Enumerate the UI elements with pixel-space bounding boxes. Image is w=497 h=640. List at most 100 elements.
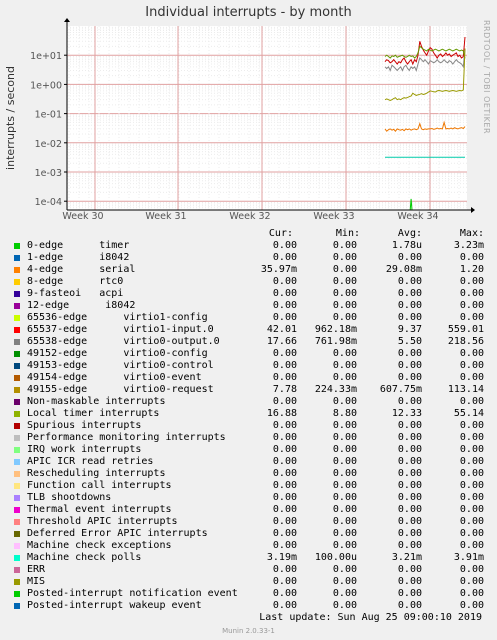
legend-max: 0.00 <box>459 528 484 539</box>
legend-row: Thermal event interrupts 0.00 0.00 0.00 0.00 <box>0 504 497 516</box>
legend-label: Machine check polls <box>27 552 142 563</box>
header-min: Min: <box>335 228 360 239</box>
legend-swatch <box>14 315 20 321</box>
legend-row: 65537-edge virtio1-input.0 42.01 962.18m 9.… <box>0 324 497 336</box>
legend-row: IRQ work interrupts 0.00 0.00 0.00 0.00 <box>0 444 497 456</box>
legend-max: 0.00 <box>459 348 484 359</box>
legend-label: Threshold APIC interrupts <box>27 516 178 527</box>
legend-swatch <box>14 555 20 561</box>
legend-cur: 0.00 <box>272 252 297 263</box>
legend-row: Deferred Error APIC interrupts 0.00 0.00 0.… <box>0 528 497 540</box>
legend-label: 1-edge i8042 <box>27 252 130 263</box>
legend-row: 9-fasteoi acpi 0.00 0.00 0.00 0.00 <box>0 288 497 300</box>
legend-label: 9-fasteoi acpi <box>27 288 124 299</box>
legend-row: 49155-edge virtio0-request 7.78 224.33m 607… <box>0 384 497 396</box>
legend-avg: 0.00 <box>397 312 422 323</box>
legend-min: 224.33m <box>314 384 357 395</box>
legend-row: TLB shootdowns 0.00 0.00 0.00 0.00 <box>0 492 497 504</box>
legend-row: 49152-edge virtio0-config 0.00 0.00 0.00 0.0… <box>0 348 497 360</box>
legend-row: Non-maskable interrupts 0.00 0.00 0.00 0.00 <box>0 396 497 408</box>
legend-swatch <box>14 399 20 405</box>
legend-label: Posted-interrupt wakeup event <box>27 600 202 611</box>
x-tick-label: Week 33 <box>313 211 354 222</box>
legend-min: 0.00 <box>332 540 357 551</box>
legend-row: Performance monitoring interrupts 0.00 0.0… <box>0 432 497 444</box>
legend-min: 0.00 <box>332 240 357 251</box>
legend-label: 49152-edge virtio0-config <box>27 348 208 359</box>
legend-label: APIC ICR read retries <box>27 456 154 467</box>
legend-min: 0.00 <box>332 252 357 263</box>
legend-table: Cur: Min: Avg: Max: 0-edge timer 0.00 0.00… <box>0 228 497 612</box>
legend-avg: 0.00 <box>397 420 422 431</box>
legend-max: 0.00 <box>459 480 484 491</box>
legend-cur: 0.00 <box>272 300 297 311</box>
legend-swatch <box>14 579 20 585</box>
legend-avg: 0.00 <box>397 480 422 491</box>
legend-min: 0.00 <box>332 288 357 299</box>
legend-row: Threshold APIC interrupts 0.00 0.00 0.00 0.0… <box>0 516 497 528</box>
legend-cur: 0.00 <box>272 360 297 371</box>
legend-avg: 29.08m <box>385 264 422 275</box>
legend-label: ERR <box>27 564 46 575</box>
legend-min: 0.00 <box>332 444 357 455</box>
legend-row: Rescheduling interrupts 0.00 0.00 0.00 0.00 <box>0 468 497 480</box>
legend-label: 49155-edge virtio0-request <box>27 384 214 395</box>
legend-avg: 607.75m <box>379 384 422 395</box>
legend-swatch <box>14 423 20 429</box>
legend-avg: 0.00 <box>397 540 422 551</box>
legend-min: 761.98m <box>314 336 357 347</box>
legend-max: 0.00 <box>459 372 484 383</box>
x-tick-label: Week 30 <box>62 211 103 222</box>
legend-row: ERR 0.00 0.00 0.00 0.00 <box>0 564 497 576</box>
legend-max: 0.00 <box>459 600 484 611</box>
legend-cur: 0.00 <box>272 480 297 491</box>
header-cur: Cur: <box>268 228 293 239</box>
legend-cur: 3.19m <box>266 552 297 563</box>
legend-row: 65536-edge virtio1-config 0.00 0.00 0.00 0.0… <box>0 312 497 324</box>
legend-avg: 1.78u <box>391 240 422 251</box>
legend-max: 0.00 <box>459 492 484 503</box>
legend-cur: 0.00 <box>272 504 297 515</box>
legend-min: 100.00u <box>314 552 357 563</box>
legend-label: 65536-edge virtio1-config <box>27 312 208 323</box>
legend-label: 8-edge rtc0 <box>27 276 124 287</box>
legend-swatch <box>14 255 20 261</box>
legend-swatch <box>14 243 20 249</box>
legend-row: 0-edge timer 0.00 0.00 1.78u 3.23m <box>0 240 497 252</box>
legend-max: 0.00 <box>459 360 484 371</box>
legend-label: 65538-edge virtio0-output.0 <box>27 336 220 347</box>
y-tick-label: 1e+01 <box>30 51 62 62</box>
legend-max: 218.56 <box>447 336 484 347</box>
x-tick-label: Week 34 <box>397 211 438 222</box>
legend-row: Spurious interrupts 0.00 0.00 0.00 0.00 <box>0 420 497 432</box>
legend-label: Spurious interrupts <box>27 420 142 431</box>
legend-max: 0.00 <box>459 564 484 575</box>
legend-min: 0.00 <box>332 600 357 611</box>
legend-swatch <box>14 411 20 417</box>
legend-cur: 0.00 <box>272 432 297 443</box>
legend-cur: 17.66 <box>266 336 297 347</box>
legend-cur: 0.00 <box>272 576 297 587</box>
legend-cur: 0.00 <box>272 516 297 527</box>
legend-max: 0.00 <box>459 300 484 311</box>
x-tick-label: Week 32 <box>229 211 270 222</box>
legend-min: 0.00 <box>332 576 357 587</box>
legend-label: 0-edge timer <box>27 240 130 251</box>
legend-swatch <box>14 339 20 345</box>
legend-avg: 0.00 <box>397 432 422 443</box>
legend-cur: 35.97m <box>260 264 297 275</box>
legend-cur: 0.00 <box>272 420 297 431</box>
legend-avg: 0.00 <box>397 288 422 299</box>
legend-min: 0.00 <box>332 528 357 539</box>
legend-cur: 0.00 <box>272 456 297 467</box>
legend-row: Local timer interrupts 16.88 8.80 12.33 55.1… <box>0 408 497 420</box>
legend-avg: 9.37 <box>397 324 422 335</box>
legend-label: TLB shootdowns <box>27 492 112 503</box>
legend-min: 962.18m <box>314 324 357 335</box>
legend-label: Machine check exceptions <box>27 540 172 551</box>
legend-avg: 0.00 <box>397 396 422 407</box>
legend-row: Machine check exceptions 0.00 0.00 0.00 0.00 <box>0 540 497 552</box>
munin-version: Munin 2.0.33-1 <box>222 627 275 635</box>
legend-max: 0.00 <box>459 516 484 527</box>
header-avg: Avg: <box>397 228 422 239</box>
